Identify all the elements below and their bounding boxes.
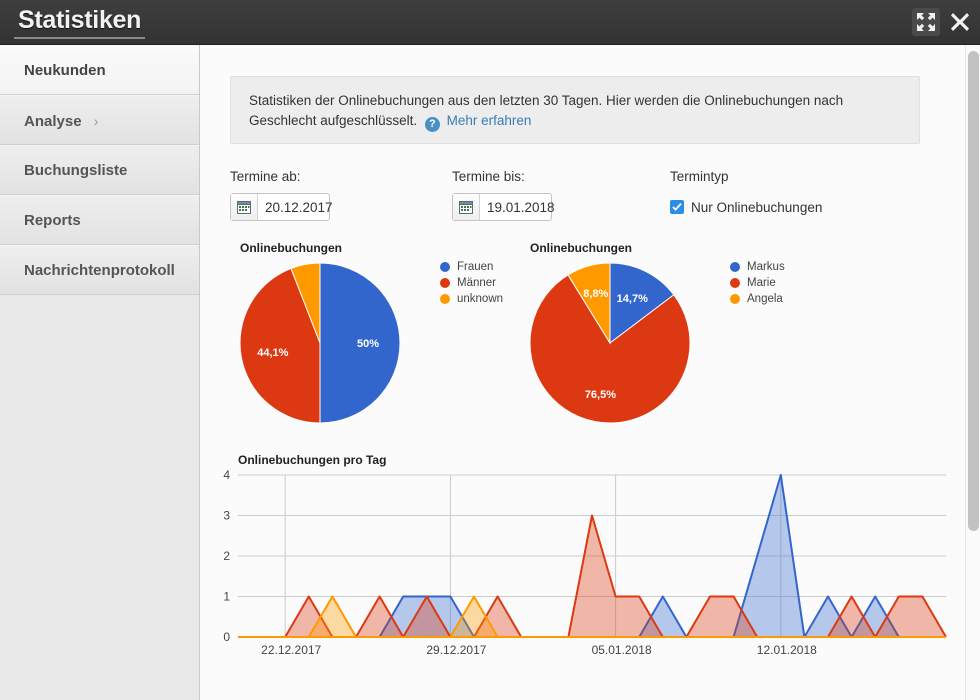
svg-text:14,7%: 14,7% [617,293,648,305]
daily-bookings-chart: Onlinebuchungen pro Tag 0 1 2 3 4 22.12.2017 2… [210,453,950,668]
legend-item[interactable]: Angela [730,291,785,307]
svg-text:76,5%: 76,5% [585,389,616,401]
calendar-icon[interactable] [231,194,258,220]
expand-glyph [917,13,935,31]
sidebar-item-nachrichtenprotokoll[interactable]: Nachrichtenprotokoll [0,245,199,295]
svg-text:8,8%: 8,8% [583,288,608,300]
scrollbar-thumb[interactable] [968,51,979,531]
sidebar-item-reports[interactable]: Reports [0,195,199,245]
calendar-icon[interactable] [453,194,480,220]
pie-staff-legend: Markus Marie Angela [730,259,785,307]
sidebar-item-analyse[interactable]: Analyse › [0,95,199,145]
online-only-checkbox[interactable] [670,200,684,214]
pie-gender-title: Onlinebuchungen [240,241,342,255]
filter-from: Termine ab: 20.12.2017 [230,169,333,221]
pie-chart-staff: Onlinebuchungen 14,7% 76,5% 8,8% Markus Ma… [529,241,785,430]
close-glyph [951,13,969,31]
pie-staff-title: Onlinebuchungen [530,241,632,255]
sidebar-item-label: Neukunden [24,62,106,79]
svg-text:0: 0 [223,630,230,644]
online-only-checkbox-row[interactable]: Nur Onlinebuchungen [670,193,822,221]
line-chart-title: Onlinebuchungen pro Tag [238,453,387,467]
svg-text:22.12.2017: 22.12.2017 [261,643,321,657]
filter-type: Termintyp Nur Onlinebuchungen [670,169,822,221]
filter-bar: Termine ab: 20.12.2017 Termine bis: 19.0… [230,169,930,229]
statistics-window: Statistiken Neukunden Analyse › Buchungs… [0,0,980,700]
svg-text:05.01.2018: 05.01.2018 [592,643,652,657]
sidebar-item-label: Analyse [24,113,82,130]
sidebar-item-neukunden[interactable]: Neukunden [0,45,199,95]
date-from-input[interactable]: 20.12.2017 [230,193,333,221]
legend-label: Frauen [457,261,494,273]
pie-staff-svg: 14,7% 76,5% 8,8% [529,262,691,424]
date-to-value: 19.01.2018 [487,199,555,215]
svg-text:44,1%: 44,1% [257,347,288,359]
legend-label: Männer [457,277,496,289]
svg-text:50%: 50% [357,338,379,350]
legend-swatch-icon [730,294,740,304]
info-text: Statistiken der Onlinebuchungen aus den … [249,93,844,128]
close-icon[interactable] [946,8,974,36]
svg-text:29.12.2017: 29.12.2017 [426,643,486,657]
calendar-glyph [236,200,251,214]
legend-item[interactable]: Männer [440,275,503,291]
filter-to-label: Termine bis: [452,169,525,184]
date-to-input[interactable]: 19.01.2018 [452,193,555,221]
legend-swatch-icon [440,294,450,304]
legend-swatch-icon [730,278,740,288]
main-content: Statistiken der Onlinebuchungen aus den … [200,45,980,700]
svg-text:3: 3 [223,509,230,523]
daily-bookings-svg: 0 1 2 3 4 22.12.2017 29.12.2017 05.01.2018 12.01… [223,468,947,657]
page-title: Statistiken [14,6,146,39]
calendar-glyph [458,200,473,214]
check-icon [672,202,682,211]
pie-chart-gender: Onlinebuchungen 50% 44,1% Frauen Männer u… [239,241,503,430]
legend-label: unknown [457,293,504,305]
info-banner: Statistiken der Onlinebuchungen aus den … [230,76,920,144]
more-info-link[interactable]: Mehr erfahren [447,113,532,128]
svg-text:1: 1 [223,590,230,604]
svg-text:2: 2 [223,549,230,563]
legend-swatch-icon [440,262,450,272]
legend-label: Marie [747,277,776,289]
svg-text:12.01.2018: 12.01.2018 [757,643,817,657]
help-icon[interactable]: ? [424,117,440,132]
sidebar-item-buchungsliste[interactable]: Buchungsliste [0,145,199,195]
pie-charts-area: Onlinebuchungen 50% 44,1% Frauen Männer u… [230,241,950,441]
sidebar-item-label: Reports [24,212,81,229]
legend-item[interactable]: Marie [730,275,785,291]
legend-swatch-icon [440,278,450,288]
legend-swatch-icon [730,262,740,272]
chevron-right-icon: › [93,113,99,129]
filter-to: Termine bis: 19.01.2018 [452,169,555,221]
sidebar: Neukunden Analyse › Buchungsliste Report… [0,45,200,700]
legend-item[interactable]: Frauen [440,259,503,275]
vertical-scrollbar[interactable] [965,45,980,700]
legend-label: Markus [747,261,785,273]
title-bar: Statistiken [0,0,980,45]
filter-from-label: Termine ab: [230,169,301,184]
legend-label: Angela [747,293,783,305]
online-only-label: Nur Onlinebuchungen [691,199,823,215]
pie-gender-legend: Frauen Männer unknown [440,259,503,307]
filter-type-label: Termintyp [670,169,729,184]
pie-gender-svg: 50% 44,1% [239,262,401,424]
svg-text:4: 4 [223,468,230,482]
sidebar-item-label: Buchungsliste [24,162,128,179]
date-from-value: 20.12.2017 [265,199,333,215]
legend-item[interactable]: unknown [440,291,503,307]
expand-icon[interactable] [912,8,940,36]
legend-item[interactable]: Markus [730,259,785,275]
sidebar-item-label: Nachrichtenprotokoll [24,262,175,279]
